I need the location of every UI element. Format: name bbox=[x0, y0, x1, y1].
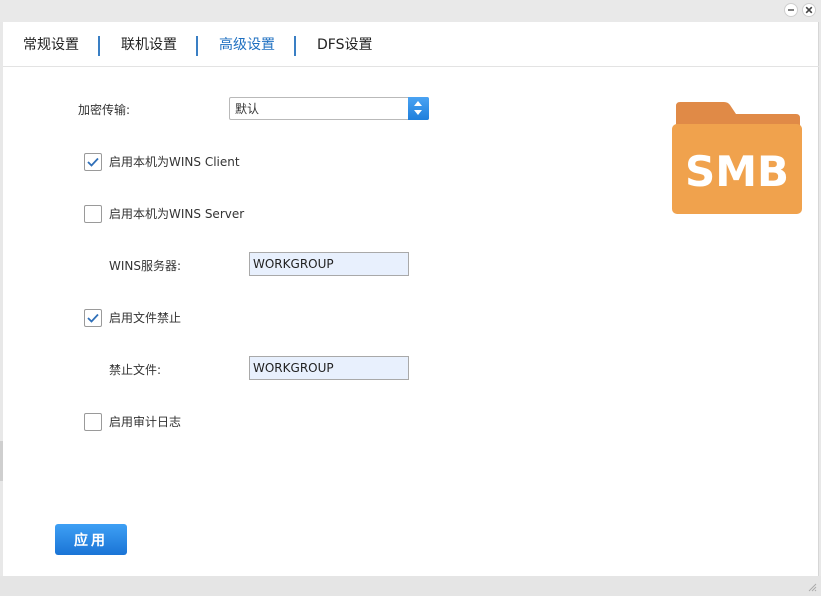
encryption-select-value: 默认 bbox=[235, 102, 260, 116]
minimize-button[interactable] bbox=[784, 3, 798, 17]
audit-log-option[interactable]: 启用审计日志 bbox=[84, 413, 181, 431]
tab-general[interactable]: 常规设置 bbox=[23, 35, 79, 55]
tab-advanced[interactable]: 高级设置 bbox=[219, 35, 275, 55]
tab-separator bbox=[294, 36, 296, 56]
wins-server-label: 启用本机为WINS Server bbox=[109, 207, 245, 221]
close-icon bbox=[805, 6, 813, 14]
checkmark-icon bbox=[87, 313, 99, 323]
wins-server-input[interactable] bbox=[249, 252, 409, 276]
tab-separator bbox=[196, 36, 198, 56]
wins-server-field-label: WINS服务器: bbox=[109, 259, 182, 273]
apply-button[interactable]: 应用 bbox=[55, 524, 127, 555]
smb-folder-icon: SMB bbox=[672, 102, 802, 214]
checkmark-icon bbox=[87, 157, 99, 167]
close-button[interactable] bbox=[802, 3, 816, 17]
wins-server-option[interactable]: 启用本机为WINS Server bbox=[84, 205, 244, 223]
select-updown-icon bbox=[408, 97, 429, 120]
smb-logo-text: SMB bbox=[685, 147, 789, 196]
wins-client-option[interactable]: 启用本机为WINS Client bbox=[84, 153, 240, 171]
tab-bar: 常规设置 联机设置 高级设置 DFS设置 bbox=[3, 22, 819, 67]
blocked-files-label: 禁止文件: bbox=[109, 363, 162, 377]
audit-log-label: 启用审计日志 bbox=[109, 415, 182, 429]
wins-client-checkbox[interactable] bbox=[84, 153, 102, 171]
wins-client-label: 启用本机为WINS Client bbox=[109, 155, 240, 169]
minimize-icon bbox=[788, 9, 794, 11]
blocked-files-input[interactable] bbox=[249, 356, 409, 380]
title-bar bbox=[0, 0, 821, 22]
encryption-label: 加密传输: bbox=[78, 103, 131, 117]
file-block-option[interactable]: 启用文件禁止 bbox=[84, 309, 181, 327]
resize-grip-icon[interactable] bbox=[807, 582, 817, 592]
tab-separator bbox=[98, 36, 100, 56]
encryption-select[interactable]: 默认 bbox=[229, 97, 429, 120]
status-bar bbox=[0, 576, 821, 596]
tab-dfs[interactable]: DFS设置 bbox=[317, 35, 372, 55]
file-block-checkbox[interactable] bbox=[84, 309, 102, 327]
file-block-label: 启用文件禁止 bbox=[109, 311, 182, 325]
audit-log-checkbox[interactable] bbox=[84, 413, 102, 431]
tab-connection[interactable]: 联机设置 bbox=[121, 35, 177, 55]
settings-window: 常规设置 联机设置 高级设置 DFS设置 加密传输: 默认 启用本机为WINS … bbox=[3, 22, 819, 576]
wins-server-checkbox[interactable] bbox=[84, 205, 102, 223]
